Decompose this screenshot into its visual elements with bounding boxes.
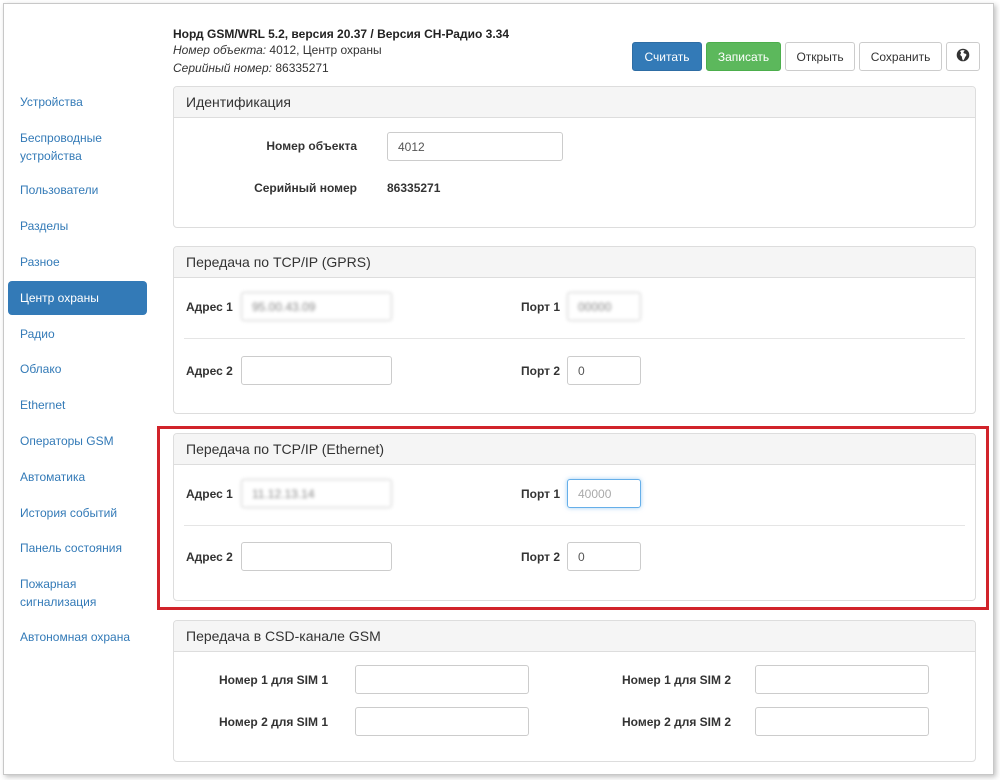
csd-n2-sim1-label: Номер 2 для SIM 1	[219, 715, 328, 729]
sidebar-item-ethernet[interactable]: Ethernet	[8, 396, 147, 414]
ethernet-port1-input[interactable]	[567, 479, 641, 508]
gprs-divider	[184, 338, 965, 339]
csd-n1-sim2-label: Номер 1 для SIM 2	[622, 673, 731, 687]
ethernet-address2-label: Адрес 2	[186, 550, 233, 564]
object-info: Номер объекта: 4012, Центр охраны	[173, 43, 382, 57]
gprs-panel: Передача по TCP/IP (GPRS) Адрес 1 Порт 1…	[173, 246, 976, 414]
serial-info: Серийный номер: 86335271	[173, 61, 329, 75]
ethernet-port2-label: Порт 2	[521, 550, 561, 564]
sidebar-item-automation[interactable]: Автоматика	[8, 468, 147, 486]
write-button[interactable]: Записать	[706, 42, 781, 71]
csd-heading: Передача в CSD-канале GSM	[174, 621, 975, 652]
ethernet-port2-input[interactable]	[567, 542, 641, 571]
gprs-address2-input[interactable]	[241, 356, 392, 385]
sidebar-item-monitoring-center[interactable]: Центр охраны	[8, 281, 147, 315]
sidebar-item-gsm-operators[interactable]: Операторы GSM	[8, 432, 147, 450]
globe-icon	[956, 48, 970, 65]
gprs-address1-input[interactable]	[241, 292, 392, 321]
gprs-address2-label: Адрес 2	[186, 364, 233, 378]
sidebar-item-wireless-devices[interactable]: Беспроводные устройства	[8, 129, 147, 165]
gprs-port2-input[interactable]	[567, 356, 641, 385]
serial-number-value: 86335271	[387, 181, 441, 195]
csd-n1-sim1-input[interactable]	[355, 665, 529, 694]
gprs-port1-input[interactable]	[567, 292, 641, 321]
csd-n1-sim2-input[interactable]	[755, 665, 929, 694]
open-button[interactable]: Открыть	[785, 42, 855, 71]
ethernet-port1-label: Порт 1	[521, 487, 561, 501]
csd-panel: Передача в CSD-канале GSM Номер 1 для SI…	[173, 620, 976, 762]
sidebar-item-event-history[interactable]: История событий	[8, 504, 147, 522]
identification-panel: Идентификация Номер объекта Серийный ном…	[173, 86, 976, 228]
ethernet-address1-label: Адрес 1	[186, 487, 233, 501]
object-number-label: Номер объекта	[266, 139, 357, 153]
object-number-input[interactable]	[387, 132, 563, 161]
gprs-port1-label: Порт 1	[521, 300, 561, 314]
object-info-label: Номер объекта:	[173, 43, 267, 57]
ethernet-panel: Передача по TCP/IP (Ethernet) Адрес 1 По…	[173, 433, 976, 601]
csd-n2-sim1-input[interactable]	[355, 707, 529, 736]
sidebar-item-fire-alarm[interactable]: Пожарная сигнализация	[8, 575, 147, 611]
sidebar-item-misc[interactable]: Разное	[8, 253, 147, 271]
csd-n2-sim2-label: Номер 2 для SIM 2	[622, 715, 731, 729]
save-button[interactable]: Сохранить	[859, 42, 942, 71]
identification-heading: Идентификация	[174, 87, 975, 118]
gprs-address1-label: Адрес 1	[186, 300, 233, 314]
gprs-heading: Передача по TCP/IP (GPRS)	[174, 247, 975, 278]
gprs-port2-label: Порт 2	[521, 364, 561, 378]
sidebar-item-cloud[interactable]: Облако	[8, 360, 147, 378]
read-button[interactable]: Считать	[632, 42, 702, 71]
sidebar-item-users[interactable]: Пользователи	[8, 181, 147, 199]
serial-number-label: Серийный номер	[254, 181, 357, 195]
sidebar-item-partitions[interactable]: Разделы	[8, 217, 147, 235]
toolbar: Считать Записать Открыть Сохранить	[632, 42, 980, 71]
ethernet-address1-input[interactable]	[241, 479, 392, 508]
sidebar-item-autonomous-guard[interactable]: Автономная охрана	[8, 628, 147, 646]
language-button[interactable]	[946, 42, 980, 71]
object-info-value: 4012, Центр охраны	[269, 43, 382, 57]
serial-info-value: 86335271	[275, 61, 329, 75]
csd-n1-sim1-label: Номер 1 для SIM 1	[219, 673, 328, 687]
ethernet-divider	[184, 525, 965, 526]
sidebar-item-status-panel[interactable]: Панель состояния	[8, 539, 147, 557]
sidebar-item-radio[interactable]: Радио	[8, 325, 147, 343]
device-title: Норд GSM/WRL 5.2, версия 20.37 / Версия …	[173, 27, 509, 41]
sidebar-item-devices[interactable]: Устройства	[8, 93, 147, 111]
ethernet-heading: Передача по TCP/IP (Ethernet)	[174, 434, 975, 465]
csd-n2-sim2-input[interactable]	[755, 707, 929, 736]
ethernet-address2-input[interactable]	[241, 542, 392, 571]
serial-info-label: Серийный номер:	[173, 61, 272, 75]
